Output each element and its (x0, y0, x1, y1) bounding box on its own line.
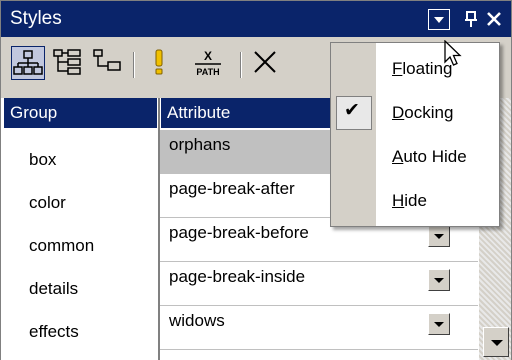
toolbar-separator (133, 52, 135, 78)
attribute-row[interactable]: widows (160, 306, 478, 350)
expand-icon[interactable] (51, 46, 85, 80)
window-menu-dropdown-button[interactable] (428, 9, 450, 30)
xpath-icon-path: PATH (196, 67, 219, 77)
menu-item-hide[interactable]: Hide (331, 181, 499, 221)
attribute-name: widows (169, 311, 225, 330)
attribute-column-header[interactable]: Attribute (161, 98, 331, 128)
group-item[interactable]: common (29, 236, 94, 256)
group-item[interactable]: color (29, 193, 66, 213)
styles-window: Styles X PATH Group Attribute box color … (0, 0, 512, 360)
menu-item-label: Docking (392, 103, 454, 122)
window-title: Styles (10, 8, 62, 29)
value-dropdown-button[interactable] (428, 225, 450, 247)
collapse-icon[interactable] (91, 46, 125, 80)
group-item[interactable]: box (29, 150, 56, 170)
xpath-icon[interactable]: X PATH (191, 46, 225, 80)
menu-item-label: Hide (392, 191, 427, 210)
menu-item-floating[interactable]: Floating (331, 49, 499, 89)
scroll-down-button[interactable] (483, 327, 509, 357)
attribute-name: page-break-before (169, 223, 309, 242)
value-dropdown-button[interactable] (428, 269, 450, 291)
pin-icon[interactable] (461, 9, 481, 29)
menu-item-docking[interactable]: ✔ Docking (331, 93, 499, 133)
delete-icon[interactable] (249, 46, 283, 80)
attribute-row[interactable]: page-break-inside (160, 262, 478, 306)
title-bar[interactable]: Styles (1, 1, 511, 37)
toolbar-separator (240, 52, 242, 78)
checkmark-icon: ✔ (344, 100, 360, 121)
menu-item-label: Auto Hide (392, 147, 467, 166)
group-item[interactable]: effects (29, 322, 79, 342)
important-icon[interactable] (143, 46, 177, 80)
attribute-name: orphans (169, 135, 231, 154)
tree-view-icon[interactable] (11, 46, 45, 80)
xpath-icon-x: X (204, 49, 212, 63)
docking-context-menu: Floating ✔ Docking Auto Hide Hide (330, 42, 500, 227)
menu-item-auto-hide[interactable]: Auto Hide (331, 137, 499, 177)
close-icon[interactable] (484, 9, 504, 29)
group-column-header[interactable]: Group (4, 98, 157, 128)
attribute-name: page-break-inside (169, 267, 306, 286)
mouse-pointer-icon (444, 39, 462, 73)
group-item[interactable]: details (29, 279, 78, 299)
attribute-name: page-break-after (169, 179, 295, 198)
value-dropdown-button[interactable] (428, 313, 450, 335)
